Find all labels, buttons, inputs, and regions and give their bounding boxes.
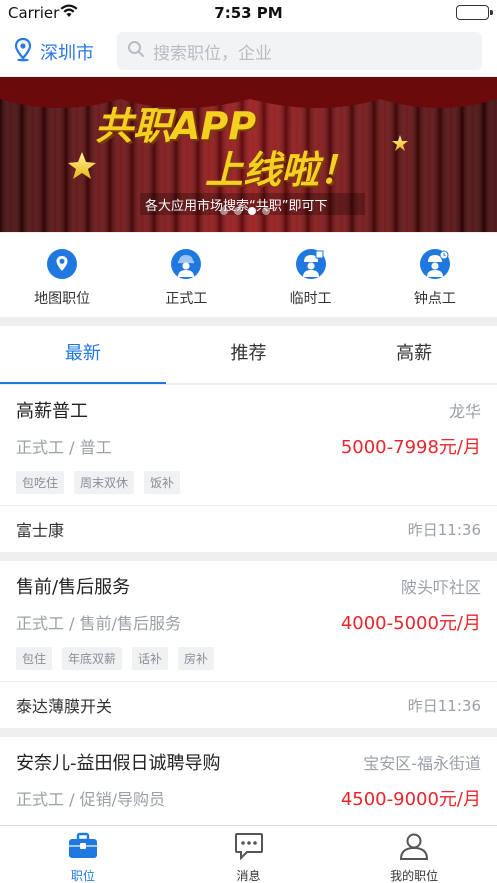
job-salary: 4000-5000元/月 (340, 613, 481, 634)
category-map-jobs[interactable]: 地图职位 (0, 233, 124, 317)
category-hourly[interactable]: 钟点工 (373, 233, 497, 317)
nav-label: 职位 (70, 869, 95, 883)
post-time: 昨日11:36 (407, 696, 481, 715)
search-icon (127, 40, 145, 62)
pager-dot[interactable] (262, 207, 270, 215)
job-tag: 房补 (178, 647, 215, 670)
post-time: 昨日11:36 (407, 520, 481, 539)
job-tag: 话补 (132, 647, 169, 670)
job-title: 售前/售后服务 (16, 577, 131, 598)
pager-dot[interactable] (248, 207, 256, 215)
search-placeholder: 搜索职位，企业 (153, 43, 272, 64)
worker-icon (171, 249, 202, 279)
category-label: 钟点工 (413, 291, 456, 307)
job-list: 高薪普工 龙华 正式工 / 普工 5000-7998元/月 包吃住 周末双休 饭… (0, 385, 497, 825)
nav-messages[interactable]: 消息 (166, 826, 332, 883)
company-name: 泰达薄膜开关 (16, 697, 113, 716)
clock: 7:53 PM (214, 4, 283, 22)
job-card[interactable]: 高薪普工 龙华 正式工 / 普工 5000-7998元/月 包吃住 周末双休 饭… (0, 385, 497, 552)
temp-worker-icon (295, 249, 326, 279)
job-type: 正式工 / 促销/导购员 (16, 790, 165, 809)
tab-latest[interactable]: 最新 (0, 326, 166, 384)
job-type: 正式工 / 普工 (16, 438, 112, 457)
job-tag: 包住 (16, 647, 53, 670)
category-temp[interactable]: 临时工 (249, 233, 373, 317)
status-bar: Carrier 7:53 PM (0, 0, 497, 26)
job-tags: 包吃住 周末双休 饭补 (16, 471, 481, 494)
search-input[interactable]: 搜索职位，企业 (117, 32, 482, 70)
city-selector[interactable]: 深圳市 (14, 37, 94, 66)
nav-label: 我的职位 (390, 869, 439, 883)
job-area: 宝安区-福永街道 (363, 754, 481, 773)
message-icon (234, 832, 264, 864)
job-title: 高薪普工 (16, 401, 88, 422)
job-title: 安奈儿-益田假日诚聘导购 (16, 753, 221, 774)
header: 深圳市 搜索职位，企业 (0, 26, 497, 76)
bottom-nav: 职位 消息 我的职位 (0, 825, 497, 883)
briefcase-icon (68, 832, 98, 864)
category-row: 地图职位 正式工 临时工 钟点工 (0, 233, 497, 317)
pager-dot[interactable] (220, 207, 228, 215)
hourly-worker-icon (419, 249, 450, 279)
job-salary: 5000-7998元/月 (340, 437, 481, 458)
nav-my-jobs[interactable]: 我的职位 (331, 826, 497, 883)
category-label: 正式工 (165, 291, 208, 307)
category-label: 地图职位 (34, 291, 91, 307)
company-name: 富士康 (16, 521, 65, 540)
nav-label: 消息 (236, 869, 261, 883)
nav-jobs[interactable]: 职位 (0, 826, 166, 883)
category-full-time[interactable]: 正式工 (124, 233, 248, 317)
location-pin-icon (14, 37, 32, 66)
job-tag: 包吃住 (16, 471, 65, 494)
tab-high-salary[interactable]: 高薪 (331, 326, 497, 383)
job-card[interactable]: 售前/售后服务 陂头吓社区 正式工 / 售前/售后服务 4000-5000元/月… (0, 561, 497, 728)
category-label: 临时工 (289, 291, 332, 307)
banner-headline: 上线啦！ (205, 148, 358, 192)
job-tags: 包住 年底双薪 话补 房补 (16, 647, 481, 670)
job-salary: 4500-9000元/月 (340, 789, 481, 810)
job-area: 龙华 (448, 402, 481, 421)
battery-icon (456, 5, 493, 20)
job-area: 陂头吓社区 (400, 578, 481, 597)
tab-bar: 最新 推荐 高薪 (0, 326, 497, 384)
job-tag: 周末双休 (74, 471, 135, 494)
user-icon (399, 832, 429, 864)
job-tag: 饭补 (144, 471, 181, 494)
promo-banner[interactable]: 共职APP 上线啦！ 各大应用市场搜索“共职”即可下 (0, 77, 497, 232)
job-tag: 年底双薪 (62, 647, 123, 670)
city-label: 深圳市 (40, 43, 94, 64)
map-person-icon (47, 249, 78, 279)
job-type: 正式工 / 售前/售后服务 (16, 614, 181, 633)
pager-dot[interactable] (234, 207, 242, 215)
tab-recommended[interactable]: 推荐 (166, 326, 332, 383)
banner-pager[interactable] (220, 207, 270, 215)
job-card[interactable]: 安奈儿-益田假日诚聘导购 宝安区-福永街道 正式工 / 促销/导购员 4500-… (0, 737, 497, 825)
